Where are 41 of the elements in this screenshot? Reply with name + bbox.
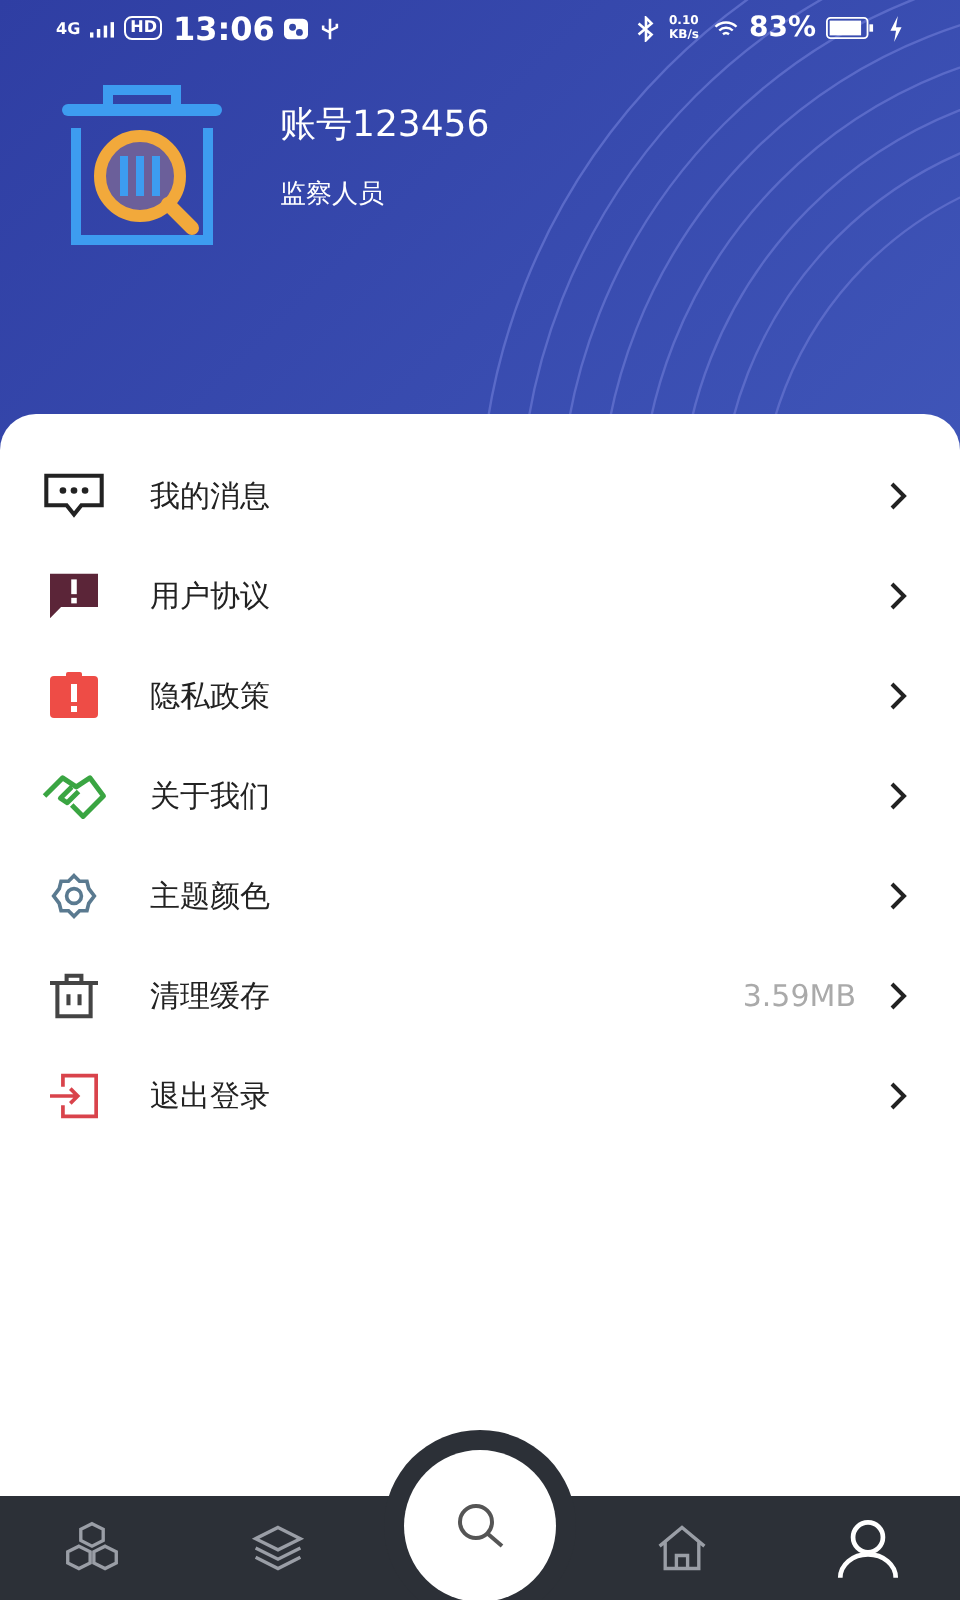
menu-item[interactable]: 清理缓存 3.59MB xyxy=(0,946,960,1046)
chevron-right-icon xyxy=(888,980,908,1012)
wifi-icon xyxy=(714,15,739,41)
user-role: 监察人员 xyxy=(280,178,386,212)
signal-icon xyxy=(90,19,115,37)
menu-label: 主题颜色 xyxy=(150,877,272,915)
chevron-right-icon xyxy=(888,880,908,912)
hd-badge: HD xyxy=(124,16,163,40)
message-icon xyxy=(40,472,108,520)
network-label: 4G xyxy=(56,19,81,37)
menu-label: 我的消息 xyxy=(150,477,272,515)
chevron-right-icon xyxy=(888,680,908,712)
menu-item[interactable]: 退出登录 xyxy=(0,1046,960,1146)
menu-item[interactable]: 关于我们 xyxy=(0,746,960,846)
home-icon xyxy=(653,1520,710,1576)
search-button[interactable] xyxy=(403,1450,556,1600)
account-name: 账号123456 xyxy=(280,102,490,148)
usb-icon xyxy=(318,15,343,41)
battery-icon xyxy=(826,16,874,40)
cubes-icon xyxy=(64,1520,121,1576)
bluetooth-icon xyxy=(634,15,659,41)
menu-item[interactable]: 我的消息 xyxy=(0,446,960,546)
menu-item[interactable]: 主题颜色 xyxy=(0,846,960,946)
menu-label: 清理缓存 xyxy=(150,977,272,1015)
chevron-right-icon xyxy=(888,1080,908,1112)
chevron-right-icon xyxy=(888,480,908,512)
cache-size: 3.59MB xyxy=(742,978,856,1014)
menu-label: 退出登录 xyxy=(150,1077,272,1115)
notification-icon xyxy=(284,15,309,41)
clock: 13:06 xyxy=(172,9,275,47)
menu-item[interactable]: 隐私政策 xyxy=(0,646,960,746)
chevron-right-icon xyxy=(888,580,908,612)
menu-item[interactable]: 用户协议 xyxy=(0,546,960,646)
menu-label: 关于我们 xyxy=(150,777,272,815)
menu-label: 用户协议 xyxy=(150,577,272,615)
layers-icon xyxy=(250,1520,307,1576)
handshake-icon xyxy=(40,772,108,820)
battery-percent: 83% xyxy=(748,12,816,44)
user-icon xyxy=(835,1516,900,1580)
menu-label: 隐私政策 xyxy=(150,677,272,715)
chevron-right-icon xyxy=(888,780,908,812)
